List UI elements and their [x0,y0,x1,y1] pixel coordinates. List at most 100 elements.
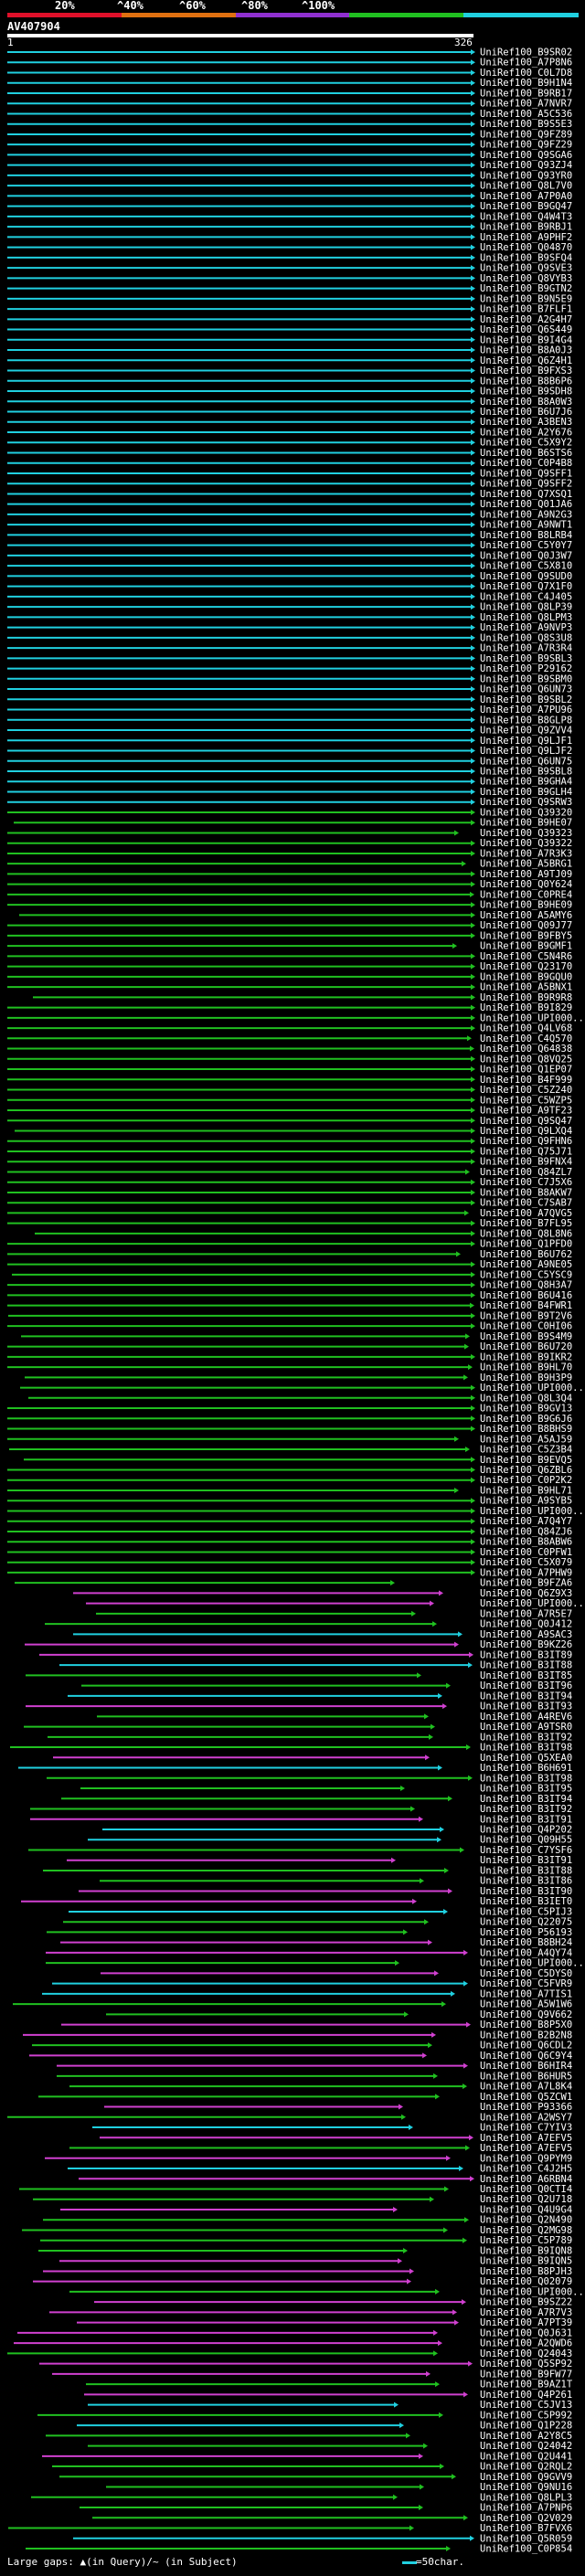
hit-id-link[interactable]: UniRef100_Q5XEA0 [480,1753,572,1764]
hit-id-link[interactable]: UniRef100_Q9SFF1 [480,468,572,479]
hit-id-link[interactable]: UniRef100_P29162 [480,663,572,674]
hit-id-link[interactable]: UniRef100_C0P854 [480,2544,572,2555]
hit-id-link[interactable]: UniRef100_Q8L8N6 [480,1228,572,1239]
hit-id-link[interactable]: UniRef100_Q8H3A7 [480,1280,572,1291]
hit-id-link[interactable]: UniRef100_A7PNP6 [480,2503,572,2514]
hit-id-link[interactable]: UniRef100_Q93YR0 [480,170,572,181]
hit-id-link[interactable]: UniRef100_B8AKW7 [480,1187,572,1198]
hit-id-link[interactable]: UniRef100_B9SBL3 [480,653,572,664]
hit-id-link[interactable]: UniRef100_Q9SUD0 [480,571,572,582]
hit-id-link[interactable]: UniRef100_Q9LJF2 [480,746,572,757]
hit-id-link[interactable]: UniRef100_A7L8K4 [480,2082,572,2093]
hit-id-link[interactable]: UniRef100_Q2U441 [480,2451,572,2462]
hit-id-link[interactable]: UniRef100_B8A0J3 [480,345,572,356]
hit-id-link[interactable]: UniRef100_Q6S449 [480,324,572,335]
hit-id-link[interactable]: UniRef100_A7PU96 [480,705,572,716]
hit-id-link[interactable]: UniRef100_A5AJ59 [480,1434,572,1445]
hit-id-link[interactable]: UniRef100_Q8L3Q4 [480,1393,572,1404]
hit-id-link[interactable]: UniRef100_Q8L7V0 [480,181,572,192]
hit-id-link[interactable]: UniRef100_B9GLH4 [480,787,572,798]
hit-id-link[interactable]: UniRef100_B4F999 [480,1075,572,1086]
hit-id-link[interactable]: UniRef100_Q9GVV9 [480,2472,572,2483]
hit-id-link[interactable]: UniRef100_Q8VYB3 [480,273,572,284]
hit-id-link[interactable]: UniRef100_P56193 [480,1927,572,1938]
hit-id-link[interactable]: UniRef100_B6H691 [480,1763,572,1774]
hit-id-link[interactable]: UniRef100_Q5R059 [480,2533,572,2544]
hit-id-link[interactable]: UniRef100_B8A0W3 [480,397,572,408]
hit-id-link[interactable]: UniRef100_B8P5X0 [480,2019,572,2030]
hit-id-link[interactable]: UniRef100_B6HIR4 [480,2061,572,2072]
hit-id-link[interactable]: UniRef100_A9SYB5 [480,1496,572,1507]
hit-id-link[interactable]: UniRef100_Q4LV68 [480,1023,572,1034]
hit-id-link[interactable]: UniRef100_B3IT95 [480,1784,572,1795]
hit-id-link[interactable]: UniRef100_Q6Z4H1 [480,355,572,366]
hit-id-link[interactable]: UniRef100_B9KZ26 [480,1639,572,1650]
hit-id-link[interactable]: UniRef100_Q9ZVV4 [480,726,572,737]
hit-id-link[interactable]: UniRef100_B3IET0 [480,1896,572,1907]
hit-id-link[interactable]: UniRef100_C7YIV3 [480,2123,572,2134]
hit-id-link[interactable]: UniRef100_B8PJH3 [480,2266,572,2277]
hit-id-link[interactable]: UniRef100_A7R7V3 [480,2307,572,2318]
hit-id-link[interactable]: UniRef100_Q7X1F0 [480,581,572,592]
hit-id-link[interactable]: UniRef100_B9N5E9 [480,293,572,304]
hit-id-link[interactable]: UniRef100_C0HI06 [480,1321,572,1332]
hit-id-link[interactable]: UniRef100_Q2MG98 [480,2225,572,2236]
hit-id-link[interactable]: UniRef100_B3IT86 [480,1876,572,1887]
hit-id-link[interactable]: UniRef100_B3IT93 [480,1701,572,1712]
hit-id-link[interactable]: UniRef100_C7J5X6 [480,1177,572,1188]
hit-id-link[interactable]: UniRef100_B3IT88 [480,1660,572,1671]
hit-id-link[interactable]: UniRef100_C5PIJ3 [480,1906,572,1917]
hit-id-link[interactable]: UniRef100_B9GMF1 [480,941,572,952]
hit-id-link[interactable]: UniRef100_B9RB17 [480,88,572,99]
hit-id-link[interactable]: UniRef100_Q8VQ25 [480,1054,572,1065]
hit-id-link[interactable]: UniRef100_Q09J77 [480,920,572,931]
hit-id-link[interactable]: UniRef100_Q84ZL7 [480,1167,572,1178]
hit-id-link[interactable]: UniRef100_Q75J71 [480,1146,572,1157]
hit-id-link[interactable]: UniRef100_B3IT88 [480,1865,572,1876]
hit-id-link[interactable]: UniRef100_A7EFV5 [480,2143,572,2154]
hit-id-link[interactable]: UniRef100_B9HE09 [480,900,572,911]
hit-id-link[interactable]: UniRef100_A7R3K3 [480,848,572,859]
hit-id-link[interactable]: UniRef100_Q09H55 [480,1835,572,1846]
hit-id-link[interactable]: UniRef100_Q84ZJ6 [480,1526,572,1537]
hit-id-link[interactable]: UniRef100_B9GV13 [480,1404,572,1415]
hit-id-link[interactable]: UniRef100_B3IT92 [480,1804,572,1815]
hit-id-link[interactable]: UniRef100_A7P0A0 [480,191,572,202]
hit-id-link[interactable]: UniRef100_Q9NU16 [480,2482,572,2493]
hit-id-link[interactable]: UniRef100_A2G4H7 [480,314,572,325]
hit-id-link[interactable]: UniRef100_Q64838 [480,1044,572,1055]
hit-id-link[interactable]: UniRef100_B9SR02 [480,48,572,58]
hit-id-link[interactable]: UniRef100_P93366 [480,2102,572,2113]
hit-id-link[interactable]: UniRef100_Q0J631 [480,2327,572,2338]
hit-id-link[interactable]: UniRef100_Q1P228 [480,2421,572,2432]
hit-id-link[interactable]: UniRef100_UPI000... [480,2286,585,2297]
hit-id-link[interactable]: UniRef100_B8B6P6 [480,376,572,387]
hit-id-link[interactable]: UniRef100_A3BEN3 [480,417,572,428]
hit-id-link[interactable]: UniRef100_A9NE05 [480,1259,572,1270]
hit-id-link[interactable]: UniRef100_Q7XSQ1 [480,489,572,500]
hit-id-link[interactable]: UniRef100_B9S5E3 [480,119,572,130]
hit-id-link[interactable]: UniRef100_B3IT91 [480,1855,572,1866]
hit-id-link[interactable]: UniRef100_B9IKR2 [480,1352,572,1362]
hit-id-link[interactable]: UniRef100_A9NWT1 [480,520,572,531]
hit-id-link[interactable]: UniRef100_B3IT96 [480,1680,572,1691]
hit-id-link[interactable]: UniRef100_B6STS6 [480,448,572,459]
hit-id-link[interactable]: UniRef100_B9IQN8 [480,2245,572,2256]
hit-id-link[interactable]: UniRef100_Q02079 [480,2276,572,2287]
hit-id-link[interactable]: UniRef100_UPI000... [480,1598,585,1609]
hit-id-link[interactable]: UniRef100_C5N4R6 [480,951,572,962]
hit-id-link[interactable]: UniRef100_C5JV13 [480,2400,572,2411]
hit-id-link[interactable]: UniRef100_C5X079 [480,1557,572,1568]
hit-id-link[interactable]: UniRef100_Q39322 [480,838,572,849]
hit-id-link[interactable]: UniRef100_Q4W4T3 [480,211,572,222]
hit-id-link[interactable]: UniRef100_B3IT98 [480,1773,572,1784]
hit-id-link[interactable]: UniRef100_B3IT91 [480,1814,572,1825]
hit-id-link[interactable]: UniRef100_C7SAB7 [480,1198,572,1209]
hit-id-link[interactable]: UniRef100_Q23170 [480,961,572,972]
hit-id-link[interactable]: UniRef100_B9SZ22 [480,2297,572,2308]
hit-id-link[interactable]: UniRef100_A9TJ09 [480,869,572,880]
hit-id-link[interactable]: UniRef100_A7QVG5 [480,1208,572,1219]
hit-id-link[interactable]: UniRef100_B9GTN2 [480,283,572,294]
hit-id-link[interactable]: UniRef100_A4REV6 [480,1712,572,1723]
hit-id-link[interactable]: UniRef100_Q9V662 [480,2009,572,2020]
